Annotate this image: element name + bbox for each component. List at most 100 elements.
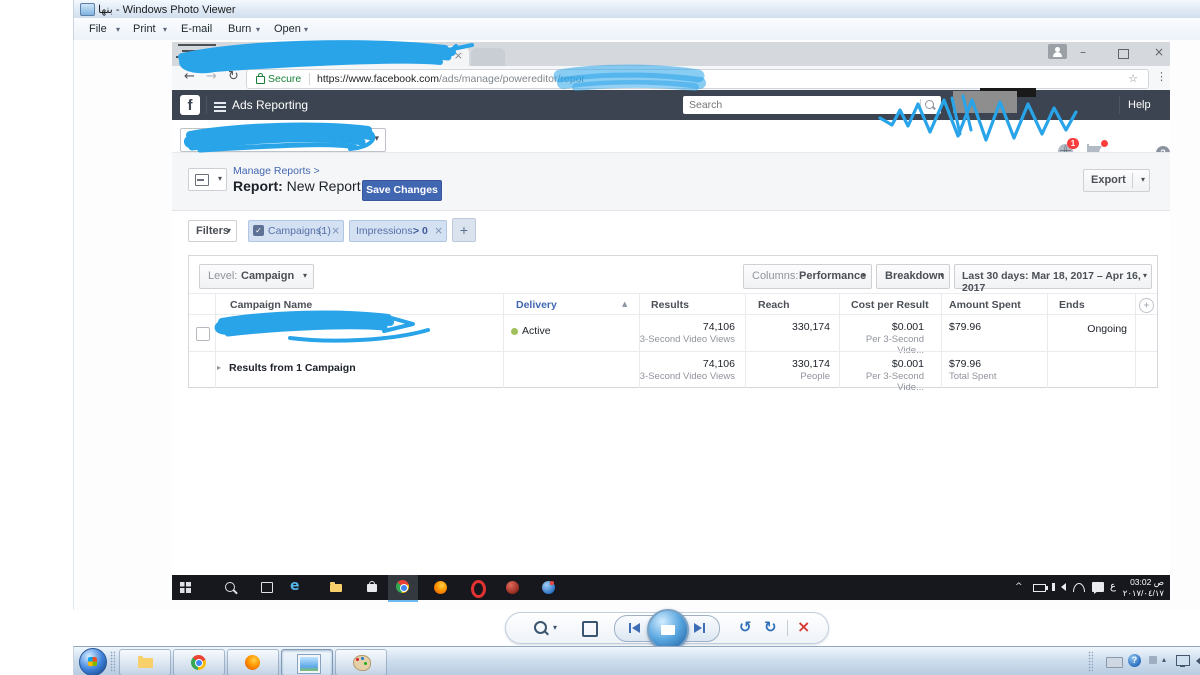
edge-icon[interactable]: e — [290, 578, 300, 594]
browser-close-button[interactable]: × — [1154, 45, 1164, 59]
fit-to-window-icon[interactable] — [582, 621, 598, 637]
wifi-icon[interactable] — [1073, 583, 1085, 592]
taskbar-app-icon[interactable] — [542, 581, 555, 594]
browser-minimize-button[interactable]: – — [1080, 45, 1086, 59]
win10-start-button[interactable] — [180, 582, 191, 593]
help-tray-icon[interactable]: ? — [1128, 654, 1141, 667]
export-button[interactable]: Export ▾ — [1083, 169, 1150, 192]
rotate-clockwise-icon[interactable]: ↻ — [764, 618, 777, 636]
remove-filter-icon[interactable]: × — [434, 225, 443, 237]
back-icon[interactable]: ← — [184, 69, 195, 84]
save-changes-button[interactable]: Save Changes — [362, 180, 442, 201]
account-selector-dropdown[interactable]: ▾ — [180, 128, 386, 152]
menu-burn-caret-icon[interactable]: ▾ — [256, 25, 260, 34]
add-filter-button[interactable]: + — [452, 218, 476, 242]
browser-restore-button[interactable] — [1118, 49, 1129, 59]
col-delivery[interactable]: Delivery — [516, 299, 557, 311]
bookmark-star-icon[interactable]: ☆ — [1128, 72, 1138, 85]
col-reach[interactable]: Reach — [758, 299, 790, 311]
col-campaign-name[interactable]: Campaign Name — [230, 299, 312, 311]
windows-store-icon[interactable] — [367, 581, 377, 592]
sort-asc-icon[interactable]: ▲ — [622, 300, 627, 308]
facebook-logo[interactable]: f — [180, 95, 200, 115]
hamburger-menu-icon[interactable] — [214, 100, 226, 114]
win7-photo-viewer-button[interactable] — [281, 649, 333, 675]
rotate-counterclockwise-icon[interactable]: ↺ — [739, 618, 752, 636]
browser-profile-button[interactable] — [1048, 44, 1067, 59]
report-type-button[interactable]: ▾ — [188, 168, 227, 191]
previous-icon[interactable] — [632, 623, 640, 633]
opera-icon[interactable] — [471, 580, 486, 598]
filter-pill-impressions[interactable]: Impressions: > 0 × — [349, 220, 447, 242]
search-icon[interactable] — [925, 100, 934, 109]
col-amount-spent[interactable]: Amount Spent — [949, 299, 1021, 311]
col-results[interactable]: Results — [651, 299, 689, 311]
expand-arrow-icon[interactable]: ▸ — [217, 363, 221, 372]
show-hidden-icons[interactable]: ▴ — [1162, 655, 1166, 664]
add-column-icon[interactable]: + — [1139, 298, 1154, 313]
win10-taskview-icon[interactable] — [261, 582, 273, 593]
menu-email[interactable]: E-mail — [181, 23, 212, 35]
columns-dropdown[interactable]: Columns: Performance ▾ — [743, 264, 872, 289]
forward-icon[interactable]: → — [206, 69, 217, 84]
date-range-dropdown[interactable]: Last 30 days: Mar 18, 2017 – Apr 16, 201… — [954, 264, 1152, 294]
zoom-icon[interactable] — [534, 621, 547, 634]
tab-close-icon[interactable]: × — [454, 49, 463, 62]
previous-icon[interactable] — [629, 623, 631, 633]
win7-paint-button[interactable] — [335, 649, 387, 675]
menu-print[interactable]: Print — [133, 23, 156, 35]
table-row-campaign[interactable]: Active 74,106 3-Second Video Views 330,1… — [189, 314, 1157, 356]
next-icon[interactable] — [694, 623, 702, 633]
menu-file[interactable]: File — [89, 23, 107, 35]
fb-search-box[interactable] — [683, 96, 941, 114]
volume-icon[interactable] — [1052, 583, 1066, 591]
chrome-icon[interactable] — [396, 580, 409, 593]
device-tray-icon[interactable] — [1149, 656, 1157, 664]
export-caret-icon[interactable]: ▾ — [1141, 175, 1145, 184]
menu-print-caret-icon[interactable]: ▾ — [163, 25, 167, 34]
row-checkbox[interactable] — [196, 327, 210, 341]
menu-burn[interactable]: Burn — [228, 23, 251, 35]
breakdown-dropdown[interactable]: Breakdown ▾ — [876, 264, 950, 289]
win7-chrome-button[interactable] — [173, 649, 225, 675]
firefox-icon[interactable] — [434, 581, 447, 594]
remove-filter-icon[interactable]: × — [331, 225, 340, 237]
help-label[interactable]: Help — [1128, 99, 1151, 111]
win7-explorer-button[interactable] — [119, 649, 171, 675]
volume-tray-icon[interactable] — [1196, 656, 1200, 666]
battery-icon[interactable] — [1033, 584, 1048, 592]
delete-icon[interactable]: × — [797, 617, 810, 636]
table-row-summary[interactable]: ▸ Results from 1 Campaign 74,106 3-Secon… — [189, 351, 1157, 393]
browser-menu-icon[interactable]: ⋮ — [1156, 70, 1167, 83]
search-input[interactable] — [683, 96, 925, 114]
menu-file-caret-icon[interactable]: ▾ — [116, 25, 120, 34]
address-bar[interactable]: Secure https://www.facebook.com/ads/mana… — [246, 69, 1149, 89]
win10-clock[interactable]: 03:02 ص ٢٠١٧/٠٤/١٧ — [1123, 577, 1164, 598]
file-explorer-icon[interactable] — [330, 582, 342, 592]
action-center-icon[interactable] — [1092, 582, 1104, 594]
photo-viewer-titlebar[interactable]: بنها - Windows Photo Viewer — [73, 0, 1200, 19]
win10-search-icon[interactable] — [225, 582, 235, 592]
chrome-active-slot[interactable] — [388, 575, 418, 602]
new-tab-button[interactable] — [471, 48, 505, 66]
win7-firefox-button[interactable] — [227, 649, 279, 675]
keyboard-tray-icon[interactable] — [1106, 657, 1123, 668]
refresh-icon[interactable]: ↻ — [228, 69, 239, 84]
zoom-caret-icon[interactable]: ▾ — [553, 623, 557, 632]
taskbar-app-icon[interactable] — [506, 581, 519, 594]
level-dropdown[interactable]: Level: Campaign ▾ — [199, 264, 314, 289]
col-ends[interactable]: Ends — [1059, 299, 1085, 311]
filters-button[interactable]: Filters ▾ — [188, 220, 237, 242]
tray-chevron-icon[interactable]: ^ — [1015, 582, 1023, 592]
language-indicator[interactable]: ع — [1110, 581, 1116, 592]
col-cost-per-result[interactable]: Cost per Result — [851, 299, 929, 311]
menu-open-caret-icon[interactable]: ▾ — [304, 25, 308, 34]
browser-tab-active[interactable]: Power Editor - Reporting × — [323, 46, 469, 66]
filter-pill-campaigns[interactable]: ✓ Campaigns: (1) × — [248, 220, 344, 242]
next-icon[interactable] — [703, 623, 705, 633]
win7-start-orb[interactable] — [79, 648, 107, 675]
network-tray-icon[interactable] — [1176, 655, 1190, 667]
menu-open[interactable]: Open — [274, 23, 301, 35]
breadcrumb[interactable]: Manage Reports > — [233, 165, 320, 177]
slideshow-button[interactable] — [647, 609, 689, 651]
